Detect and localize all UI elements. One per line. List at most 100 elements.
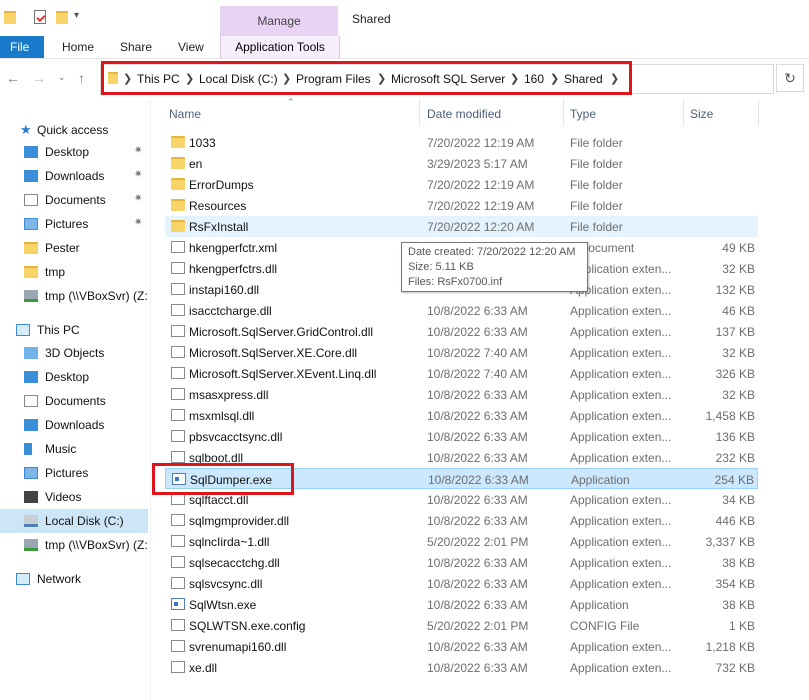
file-date-modified: 10/8/2022 6:33 AM (427, 325, 528, 339)
recent-dropdown-icon[interactable]: ⌄ (58, 72, 66, 83)
column-divider[interactable] (758, 100, 759, 126)
quick-item-label: tmp (45, 265, 66, 279)
file-row[interactable]: SqlWtsn.exe 10/8/2022 6:33 AM Application 3… (165, 594, 758, 615)
tab-application-tools[interactable]: Application Tools (220, 36, 340, 58)
nav-this-pc[interactable]: This PC (0, 318, 148, 342)
tooltip-size: Size: 5.11 KB (408, 261, 474, 273)
file-date-modified: 10/8/2022 6:33 AM (427, 661, 528, 675)
file-row[interactable]: Resources 7/20/2022 12:19 AM File folder (165, 195, 758, 216)
file-type: File folder (570, 157, 623, 171)
pin-icon[interactable]: ✷ (134, 145, 142, 156)
quick-item[interactable]: Downloads ✷ (0, 164, 148, 188)
new-folder-icon[interactable] (56, 11, 68, 24)
file-date-modified: 10/8/2022 6:33 AM (427, 493, 528, 507)
file-row[interactable]: pbsvcacctsync.dll 10/8/2022 6:33 AM Applic… (165, 426, 758, 447)
file-row[interactable]: msasxpress.dll 10/8/2022 6:33 AM Applicati… (165, 384, 758, 405)
pin-icon[interactable]: ✷ (134, 217, 142, 228)
file-row[interactable]: sqlsecacctchg.dll 10/8/2022 6:33 AM Applic… (165, 552, 758, 573)
column-size[interactable]: Size (690, 107, 713, 121)
file-row[interactable]: 1033 7/20/2022 12:19 AM File folder (165, 132, 758, 153)
pc-item[interactable]: Downloads (0, 413, 148, 437)
pc-item-label: 3D Objects (45, 346, 105, 360)
folder-icon[interactable] (4, 11, 16, 24)
quick-access-dropdown-icon[interactable]: ▾ (74, 10, 79, 21)
file-row[interactable]: msxmlsql.dll 10/8/2022 6:33 AM Application… (165, 405, 758, 426)
file-icon (171, 619, 185, 631)
file-name: SqlWtsn.exe (189, 598, 257, 612)
file-type: Application exten... (570, 640, 672, 654)
column-divider[interactable] (563, 100, 564, 126)
pc-item[interactable]: Local Disk (C:) (0, 509, 148, 533)
properties-icon[interactable] (34, 10, 46, 24)
tab-view[interactable]: View (178, 40, 204, 54)
file-name: sqlmgmprovider.dll (189, 514, 290, 528)
pin-icon[interactable]: ✷ (134, 169, 142, 180)
file-name: sqlncIirda~1.dll (189, 535, 270, 549)
file-row[interactable]: sqlmgmprovider.dll 10/8/2022 6:33 AM Appli… (165, 510, 758, 531)
column-divider[interactable] (683, 100, 684, 126)
quick-item[interactable]: Documents ✷ (0, 188, 148, 212)
quick-item[interactable]: Pictures ✷ (0, 212, 148, 236)
file-date-modified: 10/8/2022 7:40 AM (427, 346, 528, 360)
file-row[interactable]: xe.dll 10/8/2022 6:33 AM Application exten… (165, 657, 758, 678)
nav-quick-access[interactable]: ★ Quick access (0, 118, 148, 142)
quick-item[interactable]: tmp (0, 260, 148, 284)
file-date-modified: 10/8/2022 6:33 AM (427, 514, 528, 528)
pc-item[interactable]: Desktop (0, 365, 148, 389)
file-icon (171, 535, 185, 547)
file-type: Application (571, 473, 630, 487)
file-row[interactable]: sqlncIirda~1.dll 5/20/2022 2:01 PM Applica… (165, 531, 758, 552)
up-arrow-icon[interactable]: ↑ (78, 70, 85, 86)
computer-icon (16, 324, 30, 336)
quick-item[interactable]: Pester (0, 236, 148, 260)
file-name: Resources (189, 199, 247, 213)
file-row[interactable]: sqlsvcsync.dll 10/8/2022 6:33 AM Applicati… (165, 573, 758, 594)
column-type[interactable]: Type (570, 107, 596, 121)
file-date-modified: 5/20/2022 2:01 PM (427, 535, 529, 549)
manage-tab-label: Manage (257, 14, 301, 28)
file-row[interactable]: SQLWTSN.exe.config 5/20/2022 2:01 PM CONFI… (165, 615, 758, 636)
file-row[interactable]: RsFxInstall 7/20/2022 12:20 AM File folder (165, 216, 758, 237)
refresh-icon[interactable]: ↻ (776, 64, 804, 92)
tab-share[interactable]: Share (120, 40, 152, 54)
file-row[interactable]: ErrorDumps 7/20/2022 12:19 AM File folder (165, 174, 758, 195)
quick-item[interactable]: Desktop ✷ (0, 140, 148, 164)
file-size: 46 KB (722, 304, 755, 318)
file-icon (171, 451, 185, 463)
3d-objects-icon (24, 347, 38, 359)
file-icon (171, 409, 185, 421)
column-divider[interactable] (419, 100, 420, 126)
pc-item-label: Downloads (45, 418, 105, 432)
pane-divider[interactable] (150, 100, 151, 700)
address-highlight-box (101, 61, 632, 95)
pc-item[interactable]: Pictures (0, 461, 148, 485)
tab-home[interactable]: Home (62, 40, 94, 54)
pc-item[interactable]: Documents (0, 389, 148, 413)
quick-item[interactable]: tmp (\\VBoxSvr) (Z: (0, 284, 148, 308)
file-row[interactable]: Microsoft.SqlServer.GridControl.dll 10/8/… (165, 321, 758, 342)
file-row[interactable]: svrenumapi160.dll 10/8/2022 6:33 AM Applic… (165, 636, 758, 657)
tab-file[interactable]: File (0, 36, 44, 58)
column-date-modified[interactable]: Date modified (427, 107, 501, 121)
forward-arrow-icon[interactable]: → (32, 70, 46, 86)
file-row[interactable]: Microsoft.SqlServer.XEvent.Linq.dll 10/8/… (165, 363, 758, 384)
pc-item[interactable]: Music (0, 437, 148, 461)
pc-item-label: Documents (45, 394, 106, 408)
documents-icon (24, 395, 38, 407)
column-name[interactable]: Name (169, 107, 201, 121)
file-row[interactable]: isacctcharge.dll 10/8/2022 6:33 AM Applica… (165, 300, 758, 321)
file-row[interactable]: en 3/29/2023 5:17 AM File folder (165, 153, 758, 174)
manage-contextual-tab[interactable]: Manage (220, 6, 338, 36)
quick-item-label: Downloads (45, 169, 105, 183)
pc-item[interactable]: Videos (0, 485, 148, 509)
pc-item[interactable]: 3D Objects (0, 341, 148, 365)
file-type: Application exten... (570, 535, 672, 549)
file-row[interactable]: Microsoft.SqlServer.XE.Core.dll 10/8/2022… (165, 342, 758, 363)
pc-item[interactable]: tmp (\\VBoxSvr) (Z: (0, 533, 148, 557)
nav-network[interactable]: Network (0, 567, 148, 591)
file-type: Application exten... (570, 451, 672, 465)
pin-icon[interactable]: ✷ (134, 193, 142, 204)
file-icon (171, 325, 185, 337)
nav-network-label: Network (37, 572, 82, 586)
back-arrow-icon[interactable]: ← (6, 70, 20, 86)
